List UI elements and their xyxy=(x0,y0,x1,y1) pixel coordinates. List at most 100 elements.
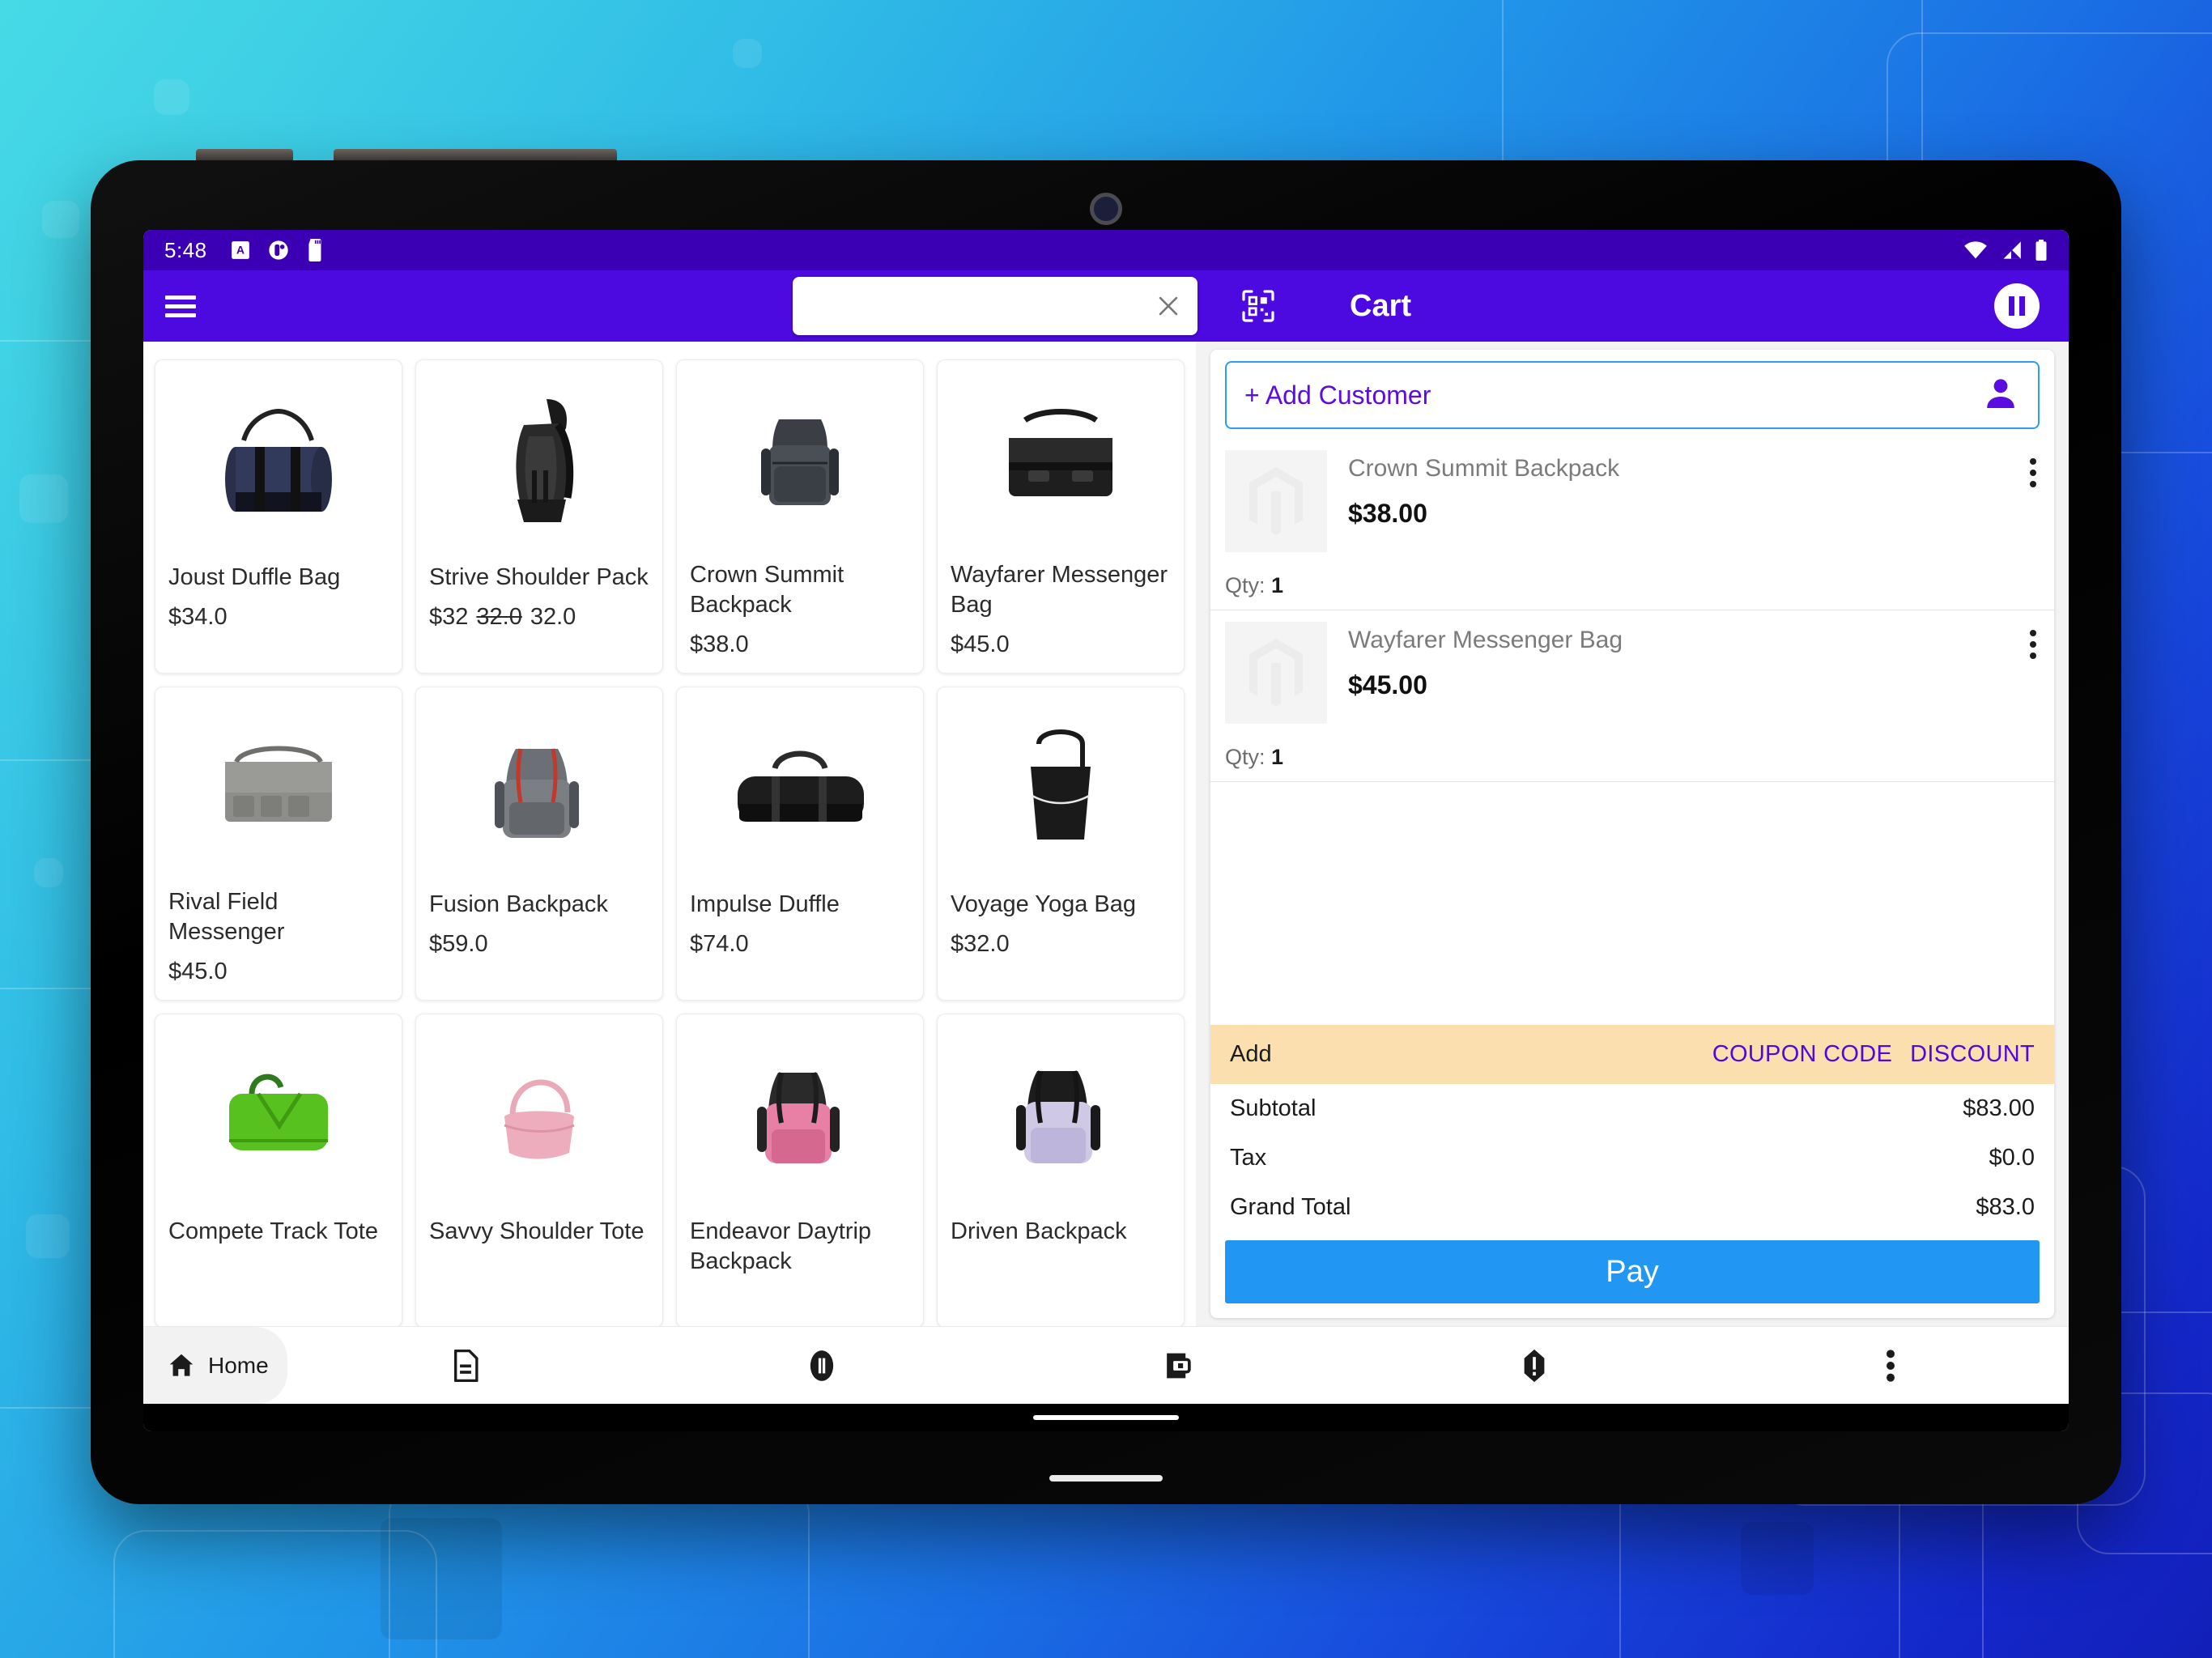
nav-item-more[interactable] xyxy=(1712,1327,2069,1405)
product-grid-pane[interactable]: Joust Duffle Bag $34.0 Strive Shoulder P… xyxy=(143,342,1196,1326)
product-image xyxy=(168,373,389,558)
product-name: Strive Shoulder Pack xyxy=(429,564,649,590)
pay-button[interactable]: Pay xyxy=(1225,1240,2040,1303)
price-value: $32 xyxy=(429,604,469,631)
navy-duffle-bag-image xyxy=(225,408,332,512)
search-field-container[interactable] xyxy=(793,277,1197,335)
price-old: 32.0 xyxy=(476,604,522,631)
nav-item-hold[interactable] xyxy=(644,1327,1000,1405)
coupon-actions: COUPON CODE DISCOUNT xyxy=(1712,1041,2035,1068)
clear-search-button[interactable] xyxy=(1151,288,1186,324)
grand-total-value: $83.0 xyxy=(1976,1194,2035,1220)
cart-item-row[interactable]: Qty: 1 Wayfarer Messenger Bag $45.00 xyxy=(1210,610,2054,782)
product-name: Compete Track Tote xyxy=(168,1218,378,1244)
sd-card-icon xyxy=(308,239,321,261)
pause-button[interactable] xyxy=(1994,283,2040,329)
person-icon xyxy=(1981,374,2020,417)
product-image xyxy=(951,700,1171,885)
product-name: Rival Field Messenger xyxy=(168,888,285,945)
cart-item-row[interactable]: Qty: 1 Crown Summit Backpack $38.00 xyxy=(1210,439,2054,610)
magento-placeholder-icon xyxy=(1225,622,1327,724)
pink-shoulder-tote-image xyxy=(504,1079,575,1159)
product-image xyxy=(168,1027,389,1212)
app-notification-icon xyxy=(268,240,288,260)
product-card[interactable]: Joust Duffle Bag $34.0 xyxy=(155,359,402,674)
product-card[interactable]: Strive Shoulder Pack $32 32.0 32.0 xyxy=(415,359,663,674)
bg-decoration-square xyxy=(42,201,79,238)
product-image xyxy=(690,700,910,885)
grey-backpack-image xyxy=(761,419,839,506)
totals-row-subtotal: Subtotal $83.00 xyxy=(1210,1084,2054,1133)
nav-item-alerts[interactable] xyxy=(1356,1327,1712,1405)
cart-item-menu-button[interactable] xyxy=(2030,458,2036,602)
home-gesture-indicator xyxy=(1049,1475,1163,1482)
bg-decoration-square xyxy=(26,1214,70,1258)
nav-item-wallet[interactable] xyxy=(1000,1327,1356,1405)
cart-item-menu-button[interactable] xyxy=(2030,630,2036,773)
product-image xyxy=(690,1027,910,1212)
bg-decoration-square xyxy=(154,79,189,115)
document-icon xyxy=(454,1349,479,1382)
product-name: Impulse Duffle xyxy=(690,891,840,917)
product-image xyxy=(429,700,649,885)
product-price: $59.0 xyxy=(429,931,649,958)
grey-field-messenger-image xyxy=(225,746,332,823)
add-customer-button[interactable]: + Add Customer xyxy=(1225,361,2040,429)
grey-red-backpack-image xyxy=(495,748,579,838)
product-name: Voyage Yoga Bag xyxy=(951,891,1137,917)
kebab-menu-icon xyxy=(1887,1349,1895,1382)
price-value: $38.0 xyxy=(690,631,749,657)
product-card[interactable]: Impulse Duffle $74.0 xyxy=(676,687,924,1001)
qr-scan-button[interactable] xyxy=(1232,280,1284,332)
product-grid: Joust Duffle Bag $34.0 Strive Shoulder P… xyxy=(155,359,1185,1326)
product-image xyxy=(429,373,649,558)
bg-decoration-square xyxy=(733,39,762,68)
status-bar-notification-icons: A xyxy=(230,239,325,261)
product-card[interactable]: Compete Track Tote xyxy=(155,1014,402,1326)
status-bar: 5:48 A xyxy=(143,230,2069,270)
product-name: Driven Backpack xyxy=(951,1218,1127,1244)
product-price: $45.0 xyxy=(168,959,389,985)
qty-value: 1 xyxy=(1271,745,1284,769)
product-card[interactable]: Wayfarer Messenger Bag $45.0 xyxy=(937,359,1185,674)
pause-circle-icon xyxy=(810,1350,834,1381)
gesture-pill[interactable] xyxy=(1033,1415,1179,1420)
coupon-code-button[interactable]: COUPON CODE xyxy=(1712,1041,1892,1068)
product-card[interactable]: Crown Summit Backpack $38.0 xyxy=(676,359,924,674)
price-value: $32.0 xyxy=(951,931,1010,958)
pause-circle-icon xyxy=(2009,296,2014,316)
product-name: Wayfarer Messenger Bag xyxy=(951,561,1168,618)
price-value: $34.0 xyxy=(168,604,228,631)
product-card[interactable]: Endeavor Daytrip Backpack xyxy=(676,1014,924,1326)
qr-scan-icon xyxy=(1242,290,1274,322)
product-image xyxy=(429,1027,649,1212)
product-price: $45.0 xyxy=(951,631,1171,658)
nav-item-home[interactable]: Home xyxy=(143,1326,287,1405)
totals-row-grand-total: Grand Total $83.0 xyxy=(1210,1183,2054,1232)
discount-button[interactable]: DISCOUNT xyxy=(1910,1041,2035,1068)
coupon-add-label: Add xyxy=(1230,1041,1272,1067)
cart-item-price: $38.00 xyxy=(1348,499,1427,528)
product-image xyxy=(168,700,389,882)
product-card[interactable]: Driven Backpack xyxy=(937,1014,1185,1326)
app-bar: Cart xyxy=(143,270,2069,342)
totals-row-tax: Tax $0.0 xyxy=(1210,1133,2054,1183)
product-card[interactable]: Fusion Backpack $59.0 xyxy=(415,687,663,1001)
wifi-icon xyxy=(1964,241,1987,259)
cart-item-qty: Qty: 1 xyxy=(1225,573,1327,598)
product-card[interactable]: Voyage Yoga Bag $32.0 xyxy=(937,687,1185,1001)
cart-items-list[interactable]: Qty: 1 Crown Summit Backpack $38.00 Qty:… xyxy=(1210,439,2054,1025)
hamburger-menu-button[interactable] xyxy=(143,270,218,342)
price-value: $59.0 xyxy=(429,931,488,958)
tax-label: Tax xyxy=(1230,1145,1267,1171)
nav-item-orders[interactable] xyxy=(287,1327,644,1405)
add-customer-label: + Add Customer xyxy=(1244,380,1431,410)
product-card[interactable]: Rival Field Messenger $45.0 xyxy=(155,687,402,1001)
product-card[interactable]: Savvy Shoulder Tote xyxy=(415,1014,663,1326)
bg-decoration-square xyxy=(19,474,68,523)
coupon-discount-bar: Add COUPON CODE DISCOUNT xyxy=(1210,1025,2054,1084)
front-camera xyxy=(1090,193,1122,225)
search-input[interactable] xyxy=(804,293,1151,319)
product-image xyxy=(690,373,910,555)
page-title: Cart xyxy=(1350,288,1412,323)
